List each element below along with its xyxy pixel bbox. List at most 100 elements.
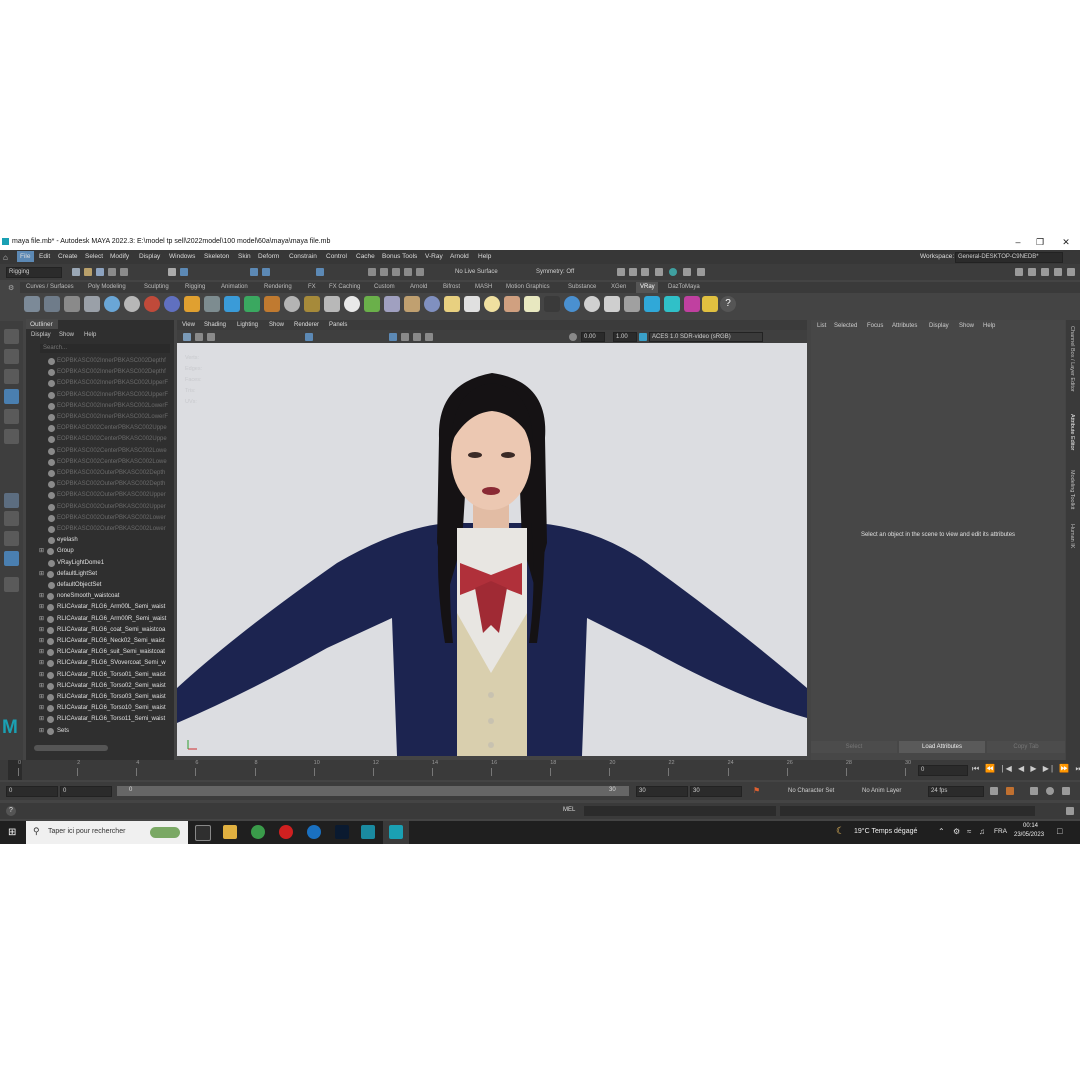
outliner-item[interactable]: EOPBKASC002OuterPBKASC002Depth [26,479,174,490]
script-editor-icon[interactable] [1066,807,1074,815]
minimize-button[interactable]: – [1008,236,1028,248]
expand-toggle-icon[interactable]: ⊞ [39,670,44,681]
menu-create[interactable]: Create [58,253,78,260]
shelf-tab[interactable]: MASH [475,284,492,290]
scene-end-field[interactable]: 30 [690,786,742,797]
home-icon[interactable]: ⌂ [3,253,8,262]
outliner-item[interactable]: EOPBKASC002InnerPBKASC002LowerF [26,412,174,423]
volume-icon[interactable]: ♫ [979,827,985,836]
outliner-item[interactable]: ⊞ Group [26,546,174,557]
key-icon[interactable] [1006,787,1014,795]
vray-checker-icon[interactable] [604,296,620,312]
save-scene-icon[interactable] [96,268,104,276]
menu-help[interactable]: Help [478,253,491,260]
scale-tool-icon[interactable] [4,429,19,444]
outliner-item[interactable]: EOPBKASC002InnerPBKASC002Depthf [26,356,174,367]
time-slider[interactable]: 0 2 4 6 8 10 12 14 16 18 20 22 24 26 28 30 0 ⏮ ⏪ |◀ ◀ ▶… [0,760,1080,780]
vp-menu-lighting[interactable]: Lighting [237,322,258,328]
move-tool-icon[interactable] [4,389,19,404]
toggle-modeling-toolkit-icon[interactable] [1028,268,1036,276]
menu-skin[interactable]: Skin [238,253,251,260]
outliner-item[interactable]: EOPBKASC002CenterPBKASC002Lowe [26,457,174,468]
ae-menu-attributes[interactable]: Attributes [892,323,917,329]
ae-menu-display[interactable]: Display [929,323,949,329]
shelf-tab[interactable]: Bifrost [443,284,460,290]
menu-display[interactable]: Display [139,253,160,260]
fps-dropdown[interactable]: 24 fps [928,786,984,797]
ae-copy-tab-button[interactable]: Copy Tab [987,741,1065,753]
toggle-channel-box-icon[interactable] [1067,268,1075,276]
outliner-item[interactable]: EOPBKASC002OuterPBKASC002Upper [26,490,174,501]
single-view-icon[interactable] [4,493,19,508]
vray-render-icon[interactable] [64,296,80,312]
notification-icon[interactable]: □ [1057,826,1062,836]
expand-toggle-icon[interactable]: ⊞ [39,602,44,613]
network-icon[interactable]: ⚙ [953,827,960,836]
weather-text[interactable]: 19°C Temps dégagé [854,828,917,835]
expand-toggle-icon[interactable]: ⊞ [39,703,44,714]
vray-drop-icon[interactable] [224,296,240,312]
taskbar-search-text[interactable]: Taper ici pour rechercher [48,828,125,835]
menu-file[interactable]: File [20,253,30,260]
vray-ies-light-icon[interactable] [524,296,540,312]
select-tool-icon[interactable] [4,329,19,344]
toggle-attribute-editor-icon[interactable] [1041,268,1049,276]
outliner-item[interactable]: ⊞ RLICAvatar_RLG6_suit_Semi_waistcoat [26,647,174,658]
outliner-item[interactable]: EOPBKASC002InnerPBKASC002Depthf [26,367,174,378]
vray-cone-icon[interactable] [504,296,520,312]
vray-render-icon[interactable] [669,268,677,276]
current-frame-field[interactable]: 0 [918,765,968,776]
expand-toggle-icon[interactable]: ⊞ [39,625,44,636]
outliner-layout-icon[interactable] [4,551,19,566]
render-current-icon[interactable] [629,268,637,276]
vp-menu-shading[interactable]: Shading [204,322,226,328]
vray-mtl-red-icon[interactable] [144,296,160,312]
ae-menu-show[interactable]: Show [959,323,974,329]
vray-globe-icon[interactable] [424,296,440,312]
expand-toggle-icon[interactable]: ⊞ [39,614,44,625]
expand-toggle-icon[interactable]: ⊞ [39,591,44,602]
menu-bonus-tools[interactable]: Bonus Tools [382,253,417,260]
vp-menu-renderer[interactable]: Renderer [294,322,319,328]
shelf-tab[interactable]: FX Caching [329,284,360,290]
clock-time[interactable]: 00:14 [1023,823,1038,829]
vray-blue-sphere-icon[interactable] [564,296,580,312]
shelf-settings-icon[interactable]: ⚙ [8,284,14,292]
symmetry-field[interactable]: Symmetry: Off [533,267,595,278]
shelf-tab[interactable]: Animation [221,284,248,290]
anim-prefs-icon[interactable] [1062,787,1070,795]
outliner-item[interactable]: EOPBKASC002OuterPBKASC002Lower [26,524,174,535]
outliner-item[interactable]: EOPBKASC002OuterPBKASC002Depth [26,468,174,479]
outliner-item[interactable]: EOPBKASC002InnerPBKASC002UpperF [26,378,174,389]
rotate-tool-icon[interactable] [4,409,19,424]
menu-skeleton[interactable]: Skeleton [204,253,229,260]
exposure-icon[interactable] [569,333,577,341]
snap-grid-icon[interactable] [368,268,376,276]
maya-taskbar-icon[interactable] [361,825,375,839]
vray-material-icon[interactable] [104,296,120,312]
vray-fur-icon[interactable] [244,296,260,312]
menu-vray[interactable]: V-Ray [425,253,443,260]
maximize-button[interactable]: ❐ [1030,236,1050,248]
outliner-item[interactable]: ⊞ defaultLightSet [26,569,174,580]
vray-grey-sphere-icon[interactable] [584,296,600,312]
outliner-item[interactable]: ⊞ RLICAvatar_RLG6_coat_Semi_waistcoa [26,625,174,636]
outliner-item[interactable]: defaultObjectSet [26,580,174,591]
outliner-item[interactable]: ⊞ RLICAvatar_RLG6_Torso01_Semi_waist [26,670,174,681]
shelf-tab[interactable]: Curves / Surfaces [26,284,74,290]
shelf-tab[interactable]: DazToMaya [668,284,700,290]
ae-menu-selected[interactable]: Selected [834,323,857,329]
vray-decal-icon[interactable] [264,296,280,312]
help-line-icon[interactable]: ? [6,806,16,816]
lights-icon[interactable] [425,333,433,341]
outliner-item[interactable]: eyelash [26,535,174,546]
expand-toggle-icon[interactable]: ⊞ [39,692,44,703]
gamma-field[interactable]: 1.00 [613,332,637,342]
outliner-item[interactable]: VRayLightDome1 [26,558,174,569]
task-view-icon[interactable] [195,825,211,841]
ae-menu-focus[interactable]: Focus [867,323,883,329]
shelf-tab[interactable]: Arnold [410,284,427,290]
outliner-item[interactable]: ⊞ RLICAvatar_RLG6_Torso11_Semi_waist [26,714,174,725]
pause-render-icon[interactable] [697,268,705,276]
expand-toggle-icon[interactable]: ⊞ [39,726,44,737]
